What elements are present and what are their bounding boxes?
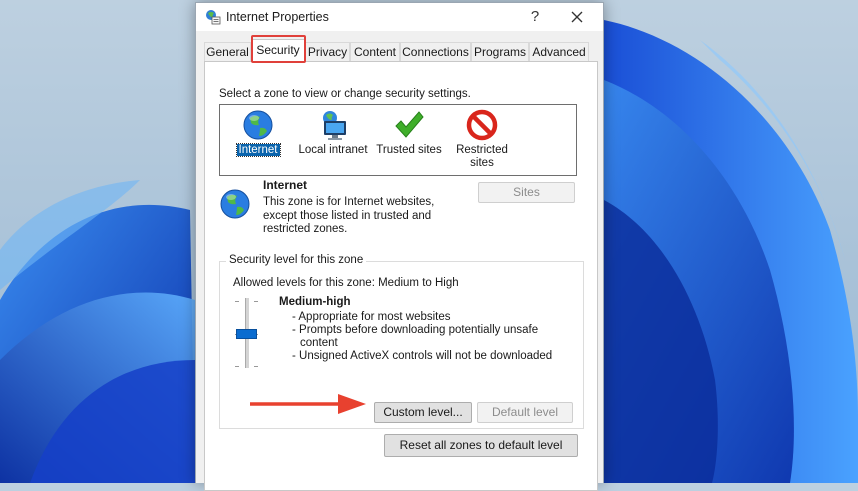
tab-general[interactable]: General bbox=[204, 42, 251, 61]
zone-item-trusted-sites[interactable]: Trusted sites bbox=[376, 109, 442, 157]
title-bar[interactable]: Internet Properties ? bbox=[196, 3, 603, 31]
zone-label-trusted-sites: Trusted sites bbox=[376, 144, 442, 156]
zone-instruction: Select a zone to view or change security… bbox=[219, 88, 471, 100]
allowed-levels-text: Allowed levels for this zone: Medium to … bbox=[233, 277, 459, 289]
slider-thumb[interactable] bbox=[236, 329, 257, 339]
checkmark-icon bbox=[395, 111, 424, 138]
level-bullet: - Prompts before downloading potentially… bbox=[292, 324, 539, 336]
group-title: Security level for this zone bbox=[226, 254, 367, 266]
globe-icon bbox=[243, 110, 273, 140]
zone-label-internet: Internet bbox=[235, 143, 281, 157]
custom-level-button[interactable]: Custom level... bbox=[374, 402, 472, 423]
zone-item-internet[interactable]: Internet bbox=[234, 109, 282, 157]
zone-info-line: restricted zones. bbox=[263, 223, 348, 235]
help-button[interactable]: ? bbox=[522, 7, 548, 27]
security-tab-panel: Select a zone to view or change security… bbox=[204, 61, 598, 491]
tab-content[interactable]: Content bbox=[350, 42, 400, 61]
level-bullet: - Appropriate for most websites bbox=[292, 311, 451, 323]
tab-programs[interactable]: Programs bbox=[471, 42, 529, 61]
close-icon[interactable] bbox=[564, 7, 590, 27]
zone-label-restricted: Restricted bbox=[456, 144, 508, 156]
level-bullet: content bbox=[300, 337, 338, 349]
window-title: Internet Properties bbox=[226, 10, 329, 24]
security-level-name: Medium-high bbox=[279, 296, 351, 308]
level-bullet: - Unsigned ActiveX controls will not be … bbox=[292, 350, 553, 362]
zone-info-description: This zone is for Internet websites, exce… bbox=[263, 196, 434, 237]
default-level-button[interactable]: Default level bbox=[477, 402, 573, 423]
zone-info-line: This zone is for Internet websites, bbox=[263, 196, 435, 208]
tab-advanced[interactable]: Advanced bbox=[529, 42, 589, 61]
security-level-bullets: - Appropriate for most websites - Prompt… bbox=[292, 311, 552, 363]
tab-privacy[interactable]: Privacy bbox=[305, 42, 350, 61]
globe-icon bbox=[220, 189, 250, 219]
zone-info-title: Internet bbox=[263, 178, 308, 192]
zone-info-line: except those listed in trusted and bbox=[263, 209, 432, 222]
internet-options-icon bbox=[206, 10, 221, 25]
intranet-icon bbox=[323, 111, 346, 140]
zone-list: Internet Local intranet Trusted sites Re… bbox=[219, 104, 577, 176]
security-level-slider[interactable] bbox=[232, 298, 264, 370]
restricted-icon bbox=[466, 109, 498, 141]
tab-connections[interactable]: Connections bbox=[400, 42, 471, 61]
zone-label-local-intranet: Local intranet bbox=[298, 144, 368, 156]
zone-label-sites: sites bbox=[470, 157, 494, 169]
security-tab-highlight-box bbox=[251, 35, 306, 63]
sites-button[interactable]: Sites bbox=[478, 182, 575, 203]
zone-item-restricted-sites[interactable]: Restricted sites bbox=[450, 109, 514, 170]
zone-item-local-intranet[interactable]: Local intranet bbox=[296, 109, 370, 157]
reset-all-zones-button[interactable]: Reset all zones to default level bbox=[384, 434, 578, 457]
annotation-arrow-icon bbox=[250, 394, 366, 414]
